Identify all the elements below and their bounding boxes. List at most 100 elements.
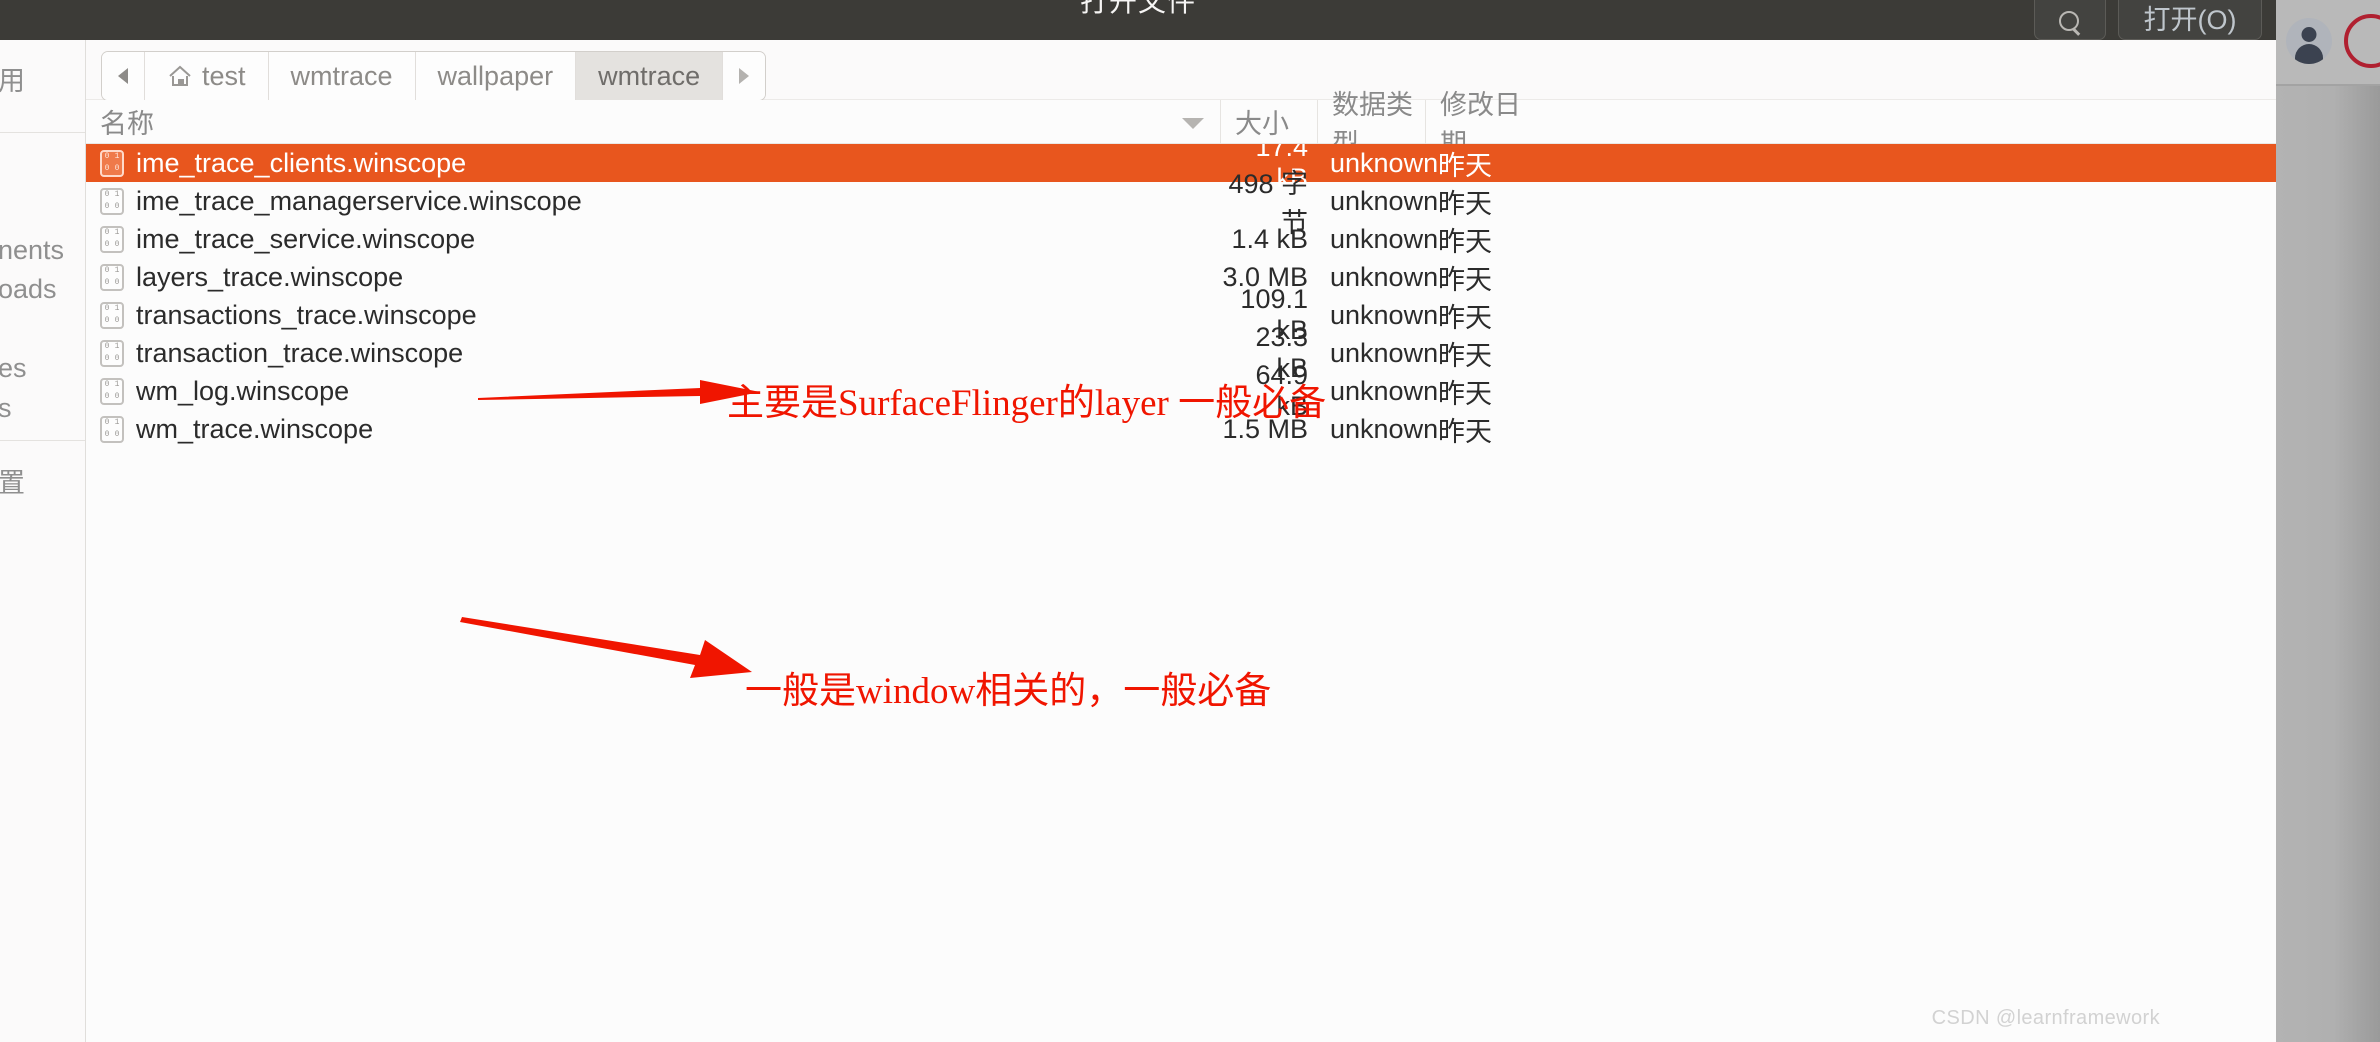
column-header-name[interactable]: 名称 (86, 99, 1221, 144)
sidebar-item-videos[interactable]: s (0, 388, 85, 428)
file-date-cell: 昨天 (1438, 264, 1492, 295)
file-date-cell: 昨天 (1438, 188, 1492, 219)
sidebar-item-label: 置 (0, 467, 25, 498)
sidebar-item-label: s (0, 393, 12, 424)
column-header-size[interactable]: 大小 (1221, 99, 1318, 144)
breadcrumb: test wmtrace wallpaper wmtrace (101, 51, 767, 101)
file-type-cell: unknown (1330, 185, 1439, 216)
file-name-label: ime_trace_managerservice.winscope (136, 185, 582, 216)
binary-file-icon: 0100 (100, 339, 124, 367)
file-date-cell: 昨天 (1438, 340, 1492, 371)
breadcrumb-item-wmtrace-1[interactable]: wmtrace (268, 52, 416, 100)
file-name-label: transaction_trace.winscope (136, 337, 464, 368)
breadcrumb-item-wallpaper[interactable]: wallpaper (415, 52, 577, 100)
file-name-label: layers_trace.winscope (136, 261, 404, 292)
breadcrumb-back-button[interactable] (102, 52, 145, 100)
binary-file-icon: 0100 (100, 187, 124, 215)
binary-file-icon: 0100 (100, 263, 124, 291)
table-row[interactable]: 0 1 0 0 transactions_trace.winscope 109.1 kB u… (86, 284, 2276, 345)
file-date-cell: 昨天 (1438, 378, 1492, 409)
file-type-cell: unknown (1330, 147, 1439, 178)
chevron-right-icon (739, 68, 750, 84)
file-name-cell: 0 1 0 0 transactions_trace.winscope (86, 300, 1221, 331)
sidebar-item-pictures[interactable]: es (0, 348, 85, 388)
column-header-type[interactable]: 数据类型 (1318, 90, 1426, 159)
screen: 打开文件 打开(O) 用 nents oads es s (0, 0, 2380, 1042)
open-button[interactable]: 打开(O) (2118, 0, 2262, 40)
home-icon (167, 64, 193, 88)
table-row[interactable]: 0 1 0 0 layers_trace.winscope 3.0 MB unknown 昨天 (86, 258, 2276, 296)
annotation-text-wmtrace: 一般是window相关的，一般必备 (745, 671, 1272, 712)
file-type-cell: unknown (1330, 375, 1439, 406)
sidebar-item-label: 用 (0, 65, 25, 96)
file-type-cell: unknown (1330, 299, 1439, 330)
binary-file-icon: 0100 (100, 377, 124, 405)
breadcrumb-item-test[interactable]: test (145, 52, 269, 100)
file-name-cell: 0 1 0 0 layers_trace.winscope (86, 262, 1221, 293)
file-name-cell: 0 1 0 0 transaction_trace.winscope (86, 338, 1221, 369)
file-date-cell: 昨天 (1438, 416, 1492, 447)
file-name-label: wm_trace.winscope (136, 413, 374, 444)
background-app-toolbar (2276, 0, 2380, 86)
sidebar-item-label: nents (0, 234, 65, 265)
file-list[interactable]: 0 1 0 0 ime_trace_clients.winscope 17.4 kB unk… (86, 144, 2276, 1042)
sidebar-item-label: oads (0, 273, 57, 304)
file-size-cell: 1.4 kB (1231, 223, 1308, 254)
background-app-strip (2276, 0, 2380, 1042)
file-name-label: transactions_trace.winscope (136, 299, 477, 330)
avatar-body-icon (2295, 44, 2323, 64)
chevron-left-icon (118, 68, 128, 84)
search-button[interactable] (2034, 0, 2106, 40)
breadcrumb-item-wmtrace-2[interactable]: wmtrace (576, 52, 724, 100)
column-header-date[interactable]: 修改日期 (1426, 90, 1526, 159)
sidebar-item-recent[interactable]: 用 (0, 58, 85, 98)
file-type-cell: unknown (1330, 413, 1439, 444)
breadcrumb-item-label: test (202, 60, 246, 91)
avatar-head-icon (2301, 27, 2317, 42)
dialog-titlebar: 打开文件 打开(O) (0, 0, 2276, 40)
breadcrumb-item-label: wmtrace (290, 60, 393, 91)
file-name-label: ime_trace_clients.winscope (136, 147, 467, 178)
file-name-cell: 0 1 0 0 ime_trace_clients.winscope (86, 148, 1221, 179)
open-file-dialog: 打开文件 打开(O) 用 nents oads es s (0, 0, 2276, 1042)
file-list-header: 名称 大小 数据类型 修改日期 (86, 90, 2276, 159)
watermark: CSDN @learnframework (1931, 1007, 2160, 1029)
file-type-cell: unknown (1330, 223, 1439, 254)
table-row[interactable]: 0 1 0 0 ime_trace_service.winscope 1.4 kB unkn… (86, 220, 2276, 258)
file-name-cell: 0 1 0 0 ime_trace_managerservice.winscope (86, 186, 1221, 217)
avatar[interactable] (2286, 18, 2332, 64)
table-row[interactable]: 0 1 0 0 ime_trace_managerservice.winscope 498… (86, 169, 2276, 238)
binary-file-icon: 0100 (100, 301, 124, 329)
binary-file-icon: 0100 (100, 149, 124, 177)
record-circle-icon[interactable] (2344, 14, 2380, 68)
file-type-cell: unknown (1330, 337, 1439, 368)
breadcrumb-item-label: wmtrace (598, 60, 701, 91)
sidebar-item-other-locations[interactable]: 置 (0, 460, 85, 500)
dialog-title: 打开文件 (1079, 0, 1196, 17)
sort-descending-triangle-icon[interactable] (1182, 117, 1204, 129)
file-date-cell: 昨天 (1438, 302, 1492, 333)
breadcrumb-item-label: wallpaper (437, 60, 554, 91)
sidebar-item-downloads[interactable]: oads (0, 269, 85, 309)
table-row[interactable]: 0 1 0 0 transaction_trace.winscope 23.3 kB unk… (86, 322, 2276, 383)
table-row[interactable]: 0 1 0 0 ime_trace_clients.winscope 17.4 kB unk… (86, 144, 2276, 193)
sidebar-item-documents[interactable]: nents (0, 230, 85, 270)
file-name-label: wm_log.winscope (136, 375, 350, 406)
sidebar-divider (0, 132, 85, 133)
places-sidebar: 用 nents oads es s 置 (0, 40, 86, 1042)
annotation-text-layers: 主要是SurfaceFlinger的layer 一般必备 (727, 383, 1327, 424)
file-date-cell: 昨天 (1438, 226, 1492, 257)
file-name-label: ime_trace_service.winscope (136, 223, 476, 254)
binary-file-icon: 0100 (100, 225, 124, 253)
open-button-label: 打开(O) (2143, 5, 2237, 35)
binary-file-icon: 0100 (100, 415, 124, 443)
file-date-cell: 昨天 (1438, 150, 1492, 181)
file-name-cell: 0 1 0 0 ime_trace_service.winscope (86, 224, 1221, 255)
file-type-cell: unknown (1330, 261, 1439, 292)
breadcrumb-forward-button[interactable] (723, 52, 766, 100)
pathbar-area: test wmtrace wallpaper wmtrace (86, 40, 2276, 101)
column-header-label: 大小 (1235, 109, 1289, 139)
search-icon (2057, 10, 2083, 36)
sidebar-divider (0, 440, 85, 441)
column-header-label: 名称 (100, 109, 154, 139)
